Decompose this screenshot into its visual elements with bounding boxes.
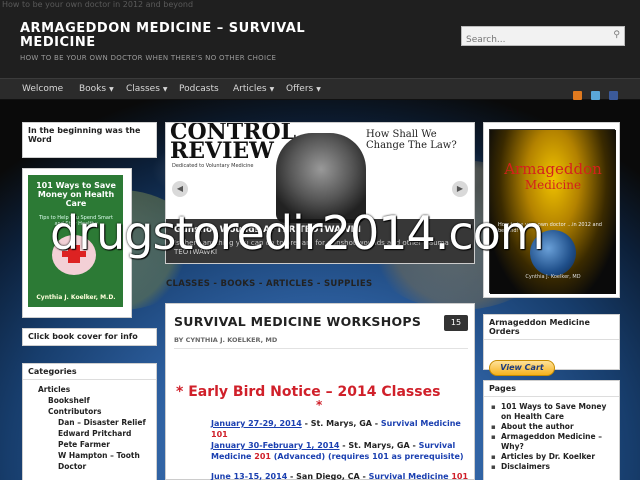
magazine-subtitle: Dedicated to Voluntary Medicine <box>172 163 254 169</box>
book-title: 101 Ways to Save Money on Health Care <box>36 181 116 208</box>
widget-title: In the beginning was the Word <box>28 126 141 144</box>
categories-widget: Categories Articles Bookshelf Contributo… <box>22 363 157 480</box>
pages-title: Pages <box>484 381 619 397</box>
click-info-text: Click book cover for info <box>28 332 138 341</box>
widget-beginning: In the beginning was the Word <box>22 122 157 158</box>
course-link[interactable]: Survival Medicine <box>369 472 449 480</box>
search-icon[interactable]: ⚲ <box>613 30 620 40</box>
orders-widget: Armageddon Medicine Orders View Cart <box>483 314 620 376</box>
schedule-date-link[interactable]: January 30-February 1, 2014 <box>211 441 340 450</box>
book-author: Cynthia J. Koelker, M.D. <box>36 294 116 301</box>
schedule-item: January 30-February 1, 2014 - St. Marys,… <box>211 441 464 461</box>
category-item[interactable]: Pete Farmer <box>28 439 156 450</box>
comment-count-badge[interactable]: 15 <box>444 315 468 331</box>
chevron-down-icon: ▼ <box>162 86 168 93</box>
search-box[interactable]: ⚲ <box>461 26 625 49</box>
course-link[interactable]: Survival Medicine <box>381 419 461 428</box>
category-item[interactable]: Edward Pritchard <box>28 428 156 439</box>
schedule-item: January 27-29, 2014 - St. Marys, GA - Su… <box>211 419 461 439</box>
page-link[interactable]: Articles by Dr. Koelker <box>491 452 614 462</box>
book-author: Cynthia J. Koelker, MD <box>525 274 581 280</box>
magazine-title: CONTROL REVIEW <box>170 122 297 164</box>
slider-next-button[interactable]: ▶ <box>452 181 468 197</box>
book-title: Armageddon <box>504 160 602 178</box>
category-item[interactable]: Dan – Disaster Relief <box>28 417 156 428</box>
post-byline: BY CYNTHIA J. KOELKER, MD <box>174 336 278 344</box>
nav-books[interactable]: Books ▼ <box>79 84 114 94</box>
main-nav: Welcome Books ▼ Classes ▼ Podcasts Article… <box>0 78 640 100</box>
category-item[interactable]: Contributors <box>28 406 156 417</box>
watermark-text: drugstoredir2014.com <box>50 206 545 260</box>
chevron-down-icon: ▼ <box>316 86 321 93</box>
site-description: HOW TO BE YOUR OWN DOCTOR WHEN THERE'S N… <box>20 54 277 62</box>
page-link[interactable]: About the author <box>491 422 614 432</box>
nav-offers[interactable]: Offers ▼ <box>286 84 321 94</box>
categories-title: Categories <box>23 364 156 380</box>
early-bird-notice: * Early Bird Notice – 2014 Classes <box>176 384 441 400</box>
orders-title: Armageddon Medicine Orders <box>484 315 619 340</box>
rss-icon[interactable] <box>572 91 582 100</box>
nav-welcome[interactable]: Welcome <box>22 84 63 94</box>
book-title-2: Medicine <box>524 178 582 192</box>
page-link[interactable]: Armageddon Medicine – Why? <box>491 432 614 452</box>
site-header: How to be your own doctor in 2012 and be… <box>0 0 640 78</box>
post-article: SURVIVAL MEDICINE WORKSHOPS 15 BY CYNTHI… <box>165 303 475 480</box>
facebook-icon[interactable] <box>609 91 618 100</box>
post-title[interactable]: SURVIVAL MEDICINE WORKSHOPS <box>174 314 421 329</box>
nav-podcasts[interactable]: Podcasts <box>179 84 219 94</box>
top-tagline: How to be your own doctor in 2012 and be… <box>2 0 194 9</box>
category-item[interactable]: Articles <box>28 384 156 395</box>
social-icons <box>569 85 618 104</box>
search-input[interactable] <box>462 31 602 49</box>
category-item[interactable]: Bookshelf <box>28 395 156 406</box>
page-link[interactable]: 101 Ways to Save Money on Health Care <box>491 402 614 422</box>
page-link[interactable]: Disclaimers <box>491 462 614 472</box>
site-title[interactable]: ARMAGEDDON MEDICINE – SURVIVAL MEDICINE <box>20 22 350 50</box>
schedule-item: June 13-15, 2014 - San Diego, CA - Survi… <box>211 472 469 480</box>
click-info-widget: Click book cover for info <box>22 328 157 346</box>
nav-articles[interactable]: Articles ▼ <box>233 84 274 94</box>
slider-prev-button[interactable]: ◀ <box>172 181 188 197</box>
categories-list: Articles Bookshelf Contributors Dan – Di… <box>23 384 156 472</box>
section-links[interactable]: CLASSES - BOOKS - ARTICLES - SUPPLIES <box>166 279 372 289</box>
category-item[interactable]: W Hampton – Tooth Doctor <box>28 450 156 472</box>
notice-star: * <box>316 398 323 412</box>
schedule-date-link[interactable]: January 27-29, 2014 <box>211 419 302 428</box>
pages-list: 101 Ways to Save Money on Health Care Ab… <box>484 402 619 472</box>
chevron-down-icon: ▼ <box>269 86 275 93</box>
view-cart-button[interactable]: View Cart <box>489 360 555 376</box>
magazine-question: How Shall We Change The Law? <box>366 129 457 151</box>
nav-classes[interactable]: Classes ▼ <box>126 84 168 94</box>
divider <box>174 348 468 349</box>
twitter-icon[interactable] <box>590 91 600 100</box>
pages-widget: Pages 101 Ways to Save Money on Health C… <box>483 380 620 480</box>
chevron-down-icon: ▼ <box>109 86 114 93</box>
schedule-date-link[interactable]: June 13-15, 2014 <box>211 472 287 480</box>
